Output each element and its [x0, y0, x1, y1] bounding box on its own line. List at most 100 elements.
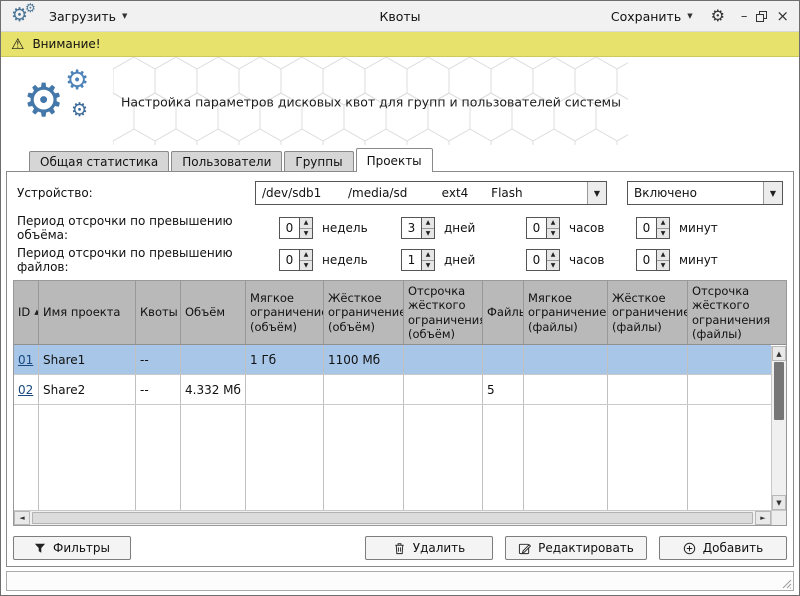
restore-button[interactable] — [756, 11, 767, 22]
row-id-link[interactable]: 02 — [18, 383, 33, 397]
vertical-scroll-thumb[interactable] — [774, 362, 784, 420]
edit-button[interactable]: Редактировать — [505, 536, 647, 560]
scroll-right-icon[interactable]: ► — [755, 511, 771, 525]
grace-files-hours-value[interactable]: 0 — [526, 249, 546, 271]
chevron-down-icon: ▼ — [687, 12, 692, 20]
filters-button[interactable]: Фильтры — [13, 536, 131, 560]
cell-hard-limit-files — [608, 345, 688, 374]
app-window: ⚙⚙ Загрузить ▼ Квоты Сохранить ▼ ⚙ – × ⚠… — [0, 0, 800, 596]
grace-files-weeks-value[interactable]: 0 — [279, 249, 299, 271]
delete-button-label: Удалить — [413, 541, 466, 555]
table-row[interactable]: 02 Share2 -- 4.332 Мб 5 — [14, 375, 771, 405]
spin-up-icon[interactable]: ▲ — [422, 250, 434, 261]
scroll-left-icon[interactable]: ◄ — [14, 511, 30, 525]
device-select[interactable]: /dev/sdb1 /media/sd ext4 Flash ▼ — [255, 181, 607, 205]
quota-status-dropdown-icon[interactable]: ▼ — [763, 182, 782, 204]
load-menu-button[interactable]: Загрузить ▼ — [45, 5, 131, 28]
tab-users[interactable]: Пользователи — [171, 151, 282, 171]
column-header-quotas[interactable]: Квоты — [136, 281, 181, 344]
cell-hard-limit-volume — [324, 375, 404, 404]
column-header-files[interactable]: Файлы — [483, 281, 524, 344]
column-header-hard-limit-files[interactable]: Жёсткое ограничение (файлы) — [608, 281, 688, 344]
delete-button[interactable]: Удалить — [365, 536, 493, 560]
column-header-grace-volume[interactable]: Отсрочка жёсткого ограничения (объём) — [404, 281, 483, 344]
warning-icon: ⚠ — [11, 37, 24, 52]
trash-icon — [393, 542, 406, 555]
column-header-volume[interactable]: Объём — [181, 281, 246, 344]
grace-volume-weeks-stepper[interactable]: 0 ▲▼ — [279, 217, 313, 239]
minutes-unit-label: минут — [679, 253, 718, 267]
spin-down-icon[interactable]: ▼ — [547, 261, 559, 271]
spin-up-icon[interactable]: ▲ — [300, 218, 312, 229]
cell-volume: 4.332 Мб — [181, 375, 246, 404]
add-button-label: Добавить — [703, 541, 763, 555]
spin-up-icon[interactable]: ▲ — [300, 250, 312, 261]
grace-files-days-stepper[interactable]: 1 ▲▼ — [401, 249, 435, 271]
spin-down-icon[interactable]: ▼ — [657, 261, 669, 271]
grace-volume-days-stepper[interactable]: 3 ▲▼ — [401, 217, 435, 239]
spin-up-icon[interactable]: ▲ — [547, 218, 559, 229]
grace-volume-hours-value[interactable]: 0 — [526, 217, 546, 239]
spin-up-icon[interactable]: ▲ — [657, 218, 669, 229]
grace-volume-days-value[interactable]: 3 — [401, 217, 421, 239]
cell-soft-limit-volume: 1 Гб — [246, 345, 324, 374]
spin-down-icon[interactable]: ▼ — [422, 229, 434, 239]
status-bar — [6, 571, 794, 591]
spin-up-icon[interactable]: ▲ — [657, 250, 669, 261]
spin-down-icon[interactable]: ▼ — [300, 229, 312, 239]
column-header-project-name[interactable]: Имя проекта — [39, 281, 136, 344]
days-unit-label: дней — [444, 253, 475, 267]
column-header-id[interactable]: ID ▲ — [14, 281, 39, 344]
filters-button-label: Фильтры — [53, 541, 110, 555]
horizontal-scroll-thumb[interactable] — [32, 512, 753, 524]
grace-files-weeks-stepper[interactable]: 0 ▲▼ — [279, 249, 313, 271]
tab-groups[interactable]: Группы — [284, 151, 353, 171]
quota-status-select[interactable]: Включено ▼ — [627, 181, 783, 205]
spin-down-icon[interactable]: ▼ — [547, 229, 559, 239]
cell-grace-files — [688, 375, 771, 404]
spin-down-icon[interactable]: ▼ — [422, 261, 434, 271]
spin-up-icon[interactable]: ▲ — [547, 250, 559, 261]
spin-down-icon[interactable]: ▼ — [300, 261, 312, 271]
spin-up-icon[interactable]: ▲ — [422, 218, 434, 229]
edit-button-label: Редактировать — [538, 541, 634, 555]
cell-grace-files — [688, 345, 771, 374]
grace-files-days-value[interactable]: 1 — [401, 249, 421, 271]
grace-volume-weeks-value[interactable]: 0 — [279, 217, 299, 239]
scroll-down-icon[interactable]: ▼ — [772, 495, 786, 510]
column-header-hard-limit-volume[interactable]: Жёсткое ограничение (объём) — [324, 281, 404, 344]
horizontal-scrollbar[interactable]: ◄ ► — [14, 510, 771, 525]
tab-projects[interactable]: Проекты — [356, 148, 433, 172]
grace-files-minutes-value[interactable]: 0 — [636, 249, 656, 271]
grace-files-hours-stepper[interactable]: 0 ▲▼ — [526, 249, 560, 271]
close-button[interactable]: × — [776, 9, 789, 24]
grace-files-minutes-stepper[interactable]: 0 ▲▼ — [636, 249, 670, 271]
grace-volume-hours-stepper[interactable]: 0 ▲▼ — [526, 217, 560, 239]
vertical-scrollbar[interactable]: ▲ ▼ — [771, 346, 786, 510]
column-header-grace-files[interactable]: Отсрочка жёсткого ограничения (файлы) — [688, 281, 786, 344]
main-panel: Устройство: /dev/sdb1 /media/sd ext4 Fla… — [6, 171, 794, 567]
cell-files: 5 — [483, 375, 524, 404]
cell-soft-limit-files — [524, 345, 608, 374]
grace-volume-minutes-stepper[interactable]: 0 ▲▼ — [636, 217, 670, 239]
row-id-link[interactable]: 01 — [18, 353, 33, 367]
minimize-button[interactable]: – — [741, 10, 748, 23]
titlebar: ⚙⚙ Загрузить ▼ Квоты Сохранить ▼ ⚙ – × — [1, 1, 799, 32]
scroll-up-icon[interactable]: ▲ — [772, 346, 786, 361]
settings-gear-icon[interactable]: ⚙ — [711, 8, 725, 24]
table-row[interactable]: 01 Share1 -- 1 Гб 1100 Мб — [14, 345, 771, 375]
weeks-unit-label: недель — [322, 221, 368, 235]
hours-unit-label: часов — [569, 253, 604, 267]
add-button[interactable]: Добавить — [659, 536, 787, 560]
grace-files-label: Период отсрочки по превышению файлов: — [17, 246, 279, 274]
tab-general-statistics[interactable]: Общая статистика — [29, 151, 169, 171]
device-dropdown-icon[interactable]: ▼ — [587, 182, 606, 204]
column-header-soft-limit-files[interactable]: Мягкое ограничение (файлы) — [524, 281, 608, 344]
resize-grip[interactable] — [779, 576, 792, 589]
cell-soft-limit-volume — [246, 375, 324, 404]
cell-project-name: Share2 — [39, 375, 136, 404]
save-menu-button[interactable]: Сохранить ▼ — [607, 5, 697, 28]
spin-down-icon[interactable]: ▼ — [657, 229, 669, 239]
column-header-soft-limit-volume[interactable]: Мягкое ограничение (объём) — [246, 281, 324, 344]
grace-volume-minutes-value[interactable]: 0 — [636, 217, 656, 239]
